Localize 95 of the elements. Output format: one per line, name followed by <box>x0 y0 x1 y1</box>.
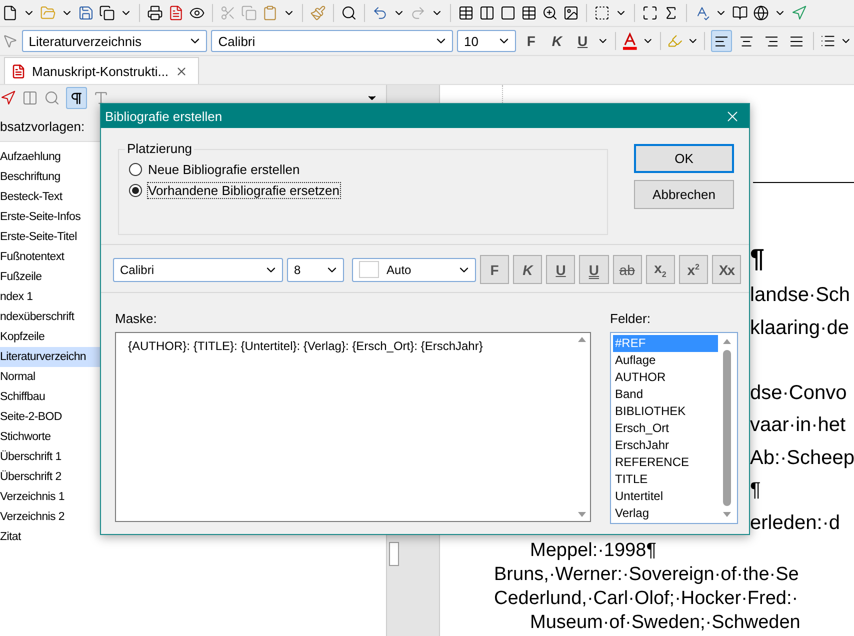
radio-label[interactable]: Neue Bibliografie erstellen <box>148 162 300 177</box>
radio-button[interactable] <box>129 163 142 176</box>
font-combo[interactable]: Calibri <box>113 258 283 282</box>
justify-icon <box>789 34 804 48</box>
scroll-up-arrow-icon[interactable] <box>578 337 586 342</box>
document-text-line: Bruns,·Werner:·Sovereign·of·the·Se <box>494 563 799 587</box>
format-button[interactable]: K <box>546 30 568 52</box>
printer-icon[interactable] <box>147 5 163 21</box>
format-button[interactable]: K <box>513 255 542 284</box>
dialog-title: Bibliografie erstellen <box>105 108 222 124</box>
document-text-line: Ab:·Scheep <box>750 446 854 470</box>
field-list-item[interactable]: AUTHOR <box>613 369 718 386</box>
align-left-icon <box>714 34 730 48</box>
image-icon[interactable] <box>563 5 579 21</box>
document-text-line: Meppel:·1998¶ <box>530 539 656 563</box>
group-legend: Platzierung <box>125 141 194 156</box>
field-list-item[interactable]: Verlag <box>613 505 718 522</box>
cursor-icon[interactable] <box>2 33 18 49</box>
page-icon[interactable] <box>500 5 516 21</box>
scrollbar-thumb[interactable] <box>722 350 730 506</box>
zoom-icon[interactable] <box>542 5 558 21</box>
format-button[interactable]: Xx <box>712 255 742 284</box>
document-text-line: landse·Sch <box>750 283 850 308</box>
pdf-icon[interactable] <box>168 5 184 21</box>
radio-label[interactable]: Vorhandene Bibliografie ersetzen <box>148 183 340 198</box>
document-tab[interactable]: Manuskript-Konstrukti... <box>4 57 199 84</box>
document-text-line: dse·Convo <box>750 380 847 406</box>
field-list-item[interactable]: TITLE <box>613 471 718 488</box>
field-icon[interactable] <box>642 5 658 21</box>
field-list-item[interactable]: Auflage <box>613 352 718 369</box>
preview-icon[interactable] <box>189 5 205 21</box>
format-button[interactable]: U <box>546 255 576 284</box>
paintbrush-icon[interactable] <box>310 5 326 21</box>
fields-list[interactable]: #REF Auflage AUTHOR Band BIBLIOTHEK Ersch_Ort ErschJahr REFERENCE TITLE Untertitel Verlag <box>610 332 738 524</box>
font-size-combo[interactable]: 10 <box>457 30 516 52</box>
format-button[interactable]: ab <box>612 255 642 284</box>
color-swatch <box>358 261 379 278</box>
text-style-icon[interactable] <box>93 90 109 106</box>
format-button[interactable]: x$_{2}$ <box>646 255 675 284</box>
document-text-line: Cederlund,·Carl·Olof;·Hocker·Fred:· <box>494 587 798 611</box>
format-button[interactable]: F <box>520 30 542 52</box>
document-text-line: ¶ <box>750 478 761 503</box>
mask-field[interactable]: {AUTHOR}: {TITLE}: {Untertitel}: {Verlag}: {Ersch_Ort}: {ErschJahr} <box>115 332 591 522</box>
undo-icon[interactable] <box>372 5 388 21</box>
copy-icon[interactable] <box>99 5 115 21</box>
dialog-button[interactable]: Abbrechen <box>634 180 734 209</box>
dialog-button[interactable]: OK <box>634 144 734 173</box>
scroll-up-arrow-icon[interactable] <box>722 339 730 344</box>
book-icon[interactable] <box>732 5 748 21</box>
save-icon[interactable] <box>78 5 94 21</box>
new-document-icon[interactable] <box>2 5 18 21</box>
scroll-down-arrow-icon[interactable] <box>722 512 730 517</box>
search-icon[interactable] <box>341 5 357 21</box>
globe-icon[interactable] <box>753 5 769 21</box>
pilcrow-button[interactable] <box>66 87 87 109</box>
align-right-icon <box>764 34 780 48</box>
navigator-icon[interactable] <box>791 5 807 21</box>
format-button[interactable]: U <box>572 30 594 52</box>
document-text-line: erleden:·d <box>750 510 840 536</box>
columns-icon[interactable] <box>479 5 495 21</box>
scroll-down-arrow-icon[interactable] <box>578 512 586 517</box>
radio-button[interactable] <box>129 184 142 197</box>
close-icon[interactable] <box>174 64 188 78</box>
fields-label: Felder: <box>610 311 652 326</box>
document-text-line: vaar·in·het <box>750 413 846 438</box>
font-combo[interactable]: Calibri <box>211 30 454 52</box>
paragraph-style-combo[interactable]: Literaturverzeichnis <box>22 30 208 52</box>
pilcrow-icon <box>69 90 84 106</box>
color-combo[interactable]: Auto <box>352 258 476 282</box>
align-button[interactable] <box>711 30 732 52</box>
field-list-item[interactable]: BIBLIOTHEK <box>613 403 718 420</box>
document-icon <box>11 64 26 78</box>
field-list-item[interactable]: REFERENCE <box>613 454 718 471</box>
field-list-item[interactable]: Ersch_Ort <box>613 420 718 437</box>
document-text-line: klaaring·de <box>750 316 849 340</box>
document-text-line: ¶ <box>750 242 764 275</box>
table-icon[interactable] <box>521 5 537 21</box>
color-value: Auto <box>386 262 412 276</box>
document-text-line: Museum·of·Sweden;·Schweden <box>530 611 800 635</box>
mask-label: Maske: <box>115 311 158 326</box>
scrollbar-thumb[interactable] <box>389 542 399 566</box>
font-color-icon[interactable] <box>622 32 638 50</box>
table-icon[interactable] <box>458 5 474 21</box>
field-list-item[interactable]: Band <box>613 386 718 403</box>
format-button[interactable]: x$^{2}$ <box>678 255 708 284</box>
frame-icon[interactable] <box>594 5 610 21</box>
align-center-icon <box>739 34 754 48</box>
navigator-icon[interactable] <box>0 90 16 106</box>
font-size-combo[interactable]: 8 <box>286 258 344 282</box>
format-button[interactable]: U <box>579 255 608 284</box>
paste-icon[interactable] <box>262 5 278 21</box>
field-list-item[interactable]: Untertitel <box>613 488 718 505</box>
panel-heading: bsatzvorlagen: <box>0 118 85 134</box>
field-list-item[interactable]: ErschJahr <box>613 437 718 454</box>
format-button[interactable]: F <box>480 255 510 284</box>
